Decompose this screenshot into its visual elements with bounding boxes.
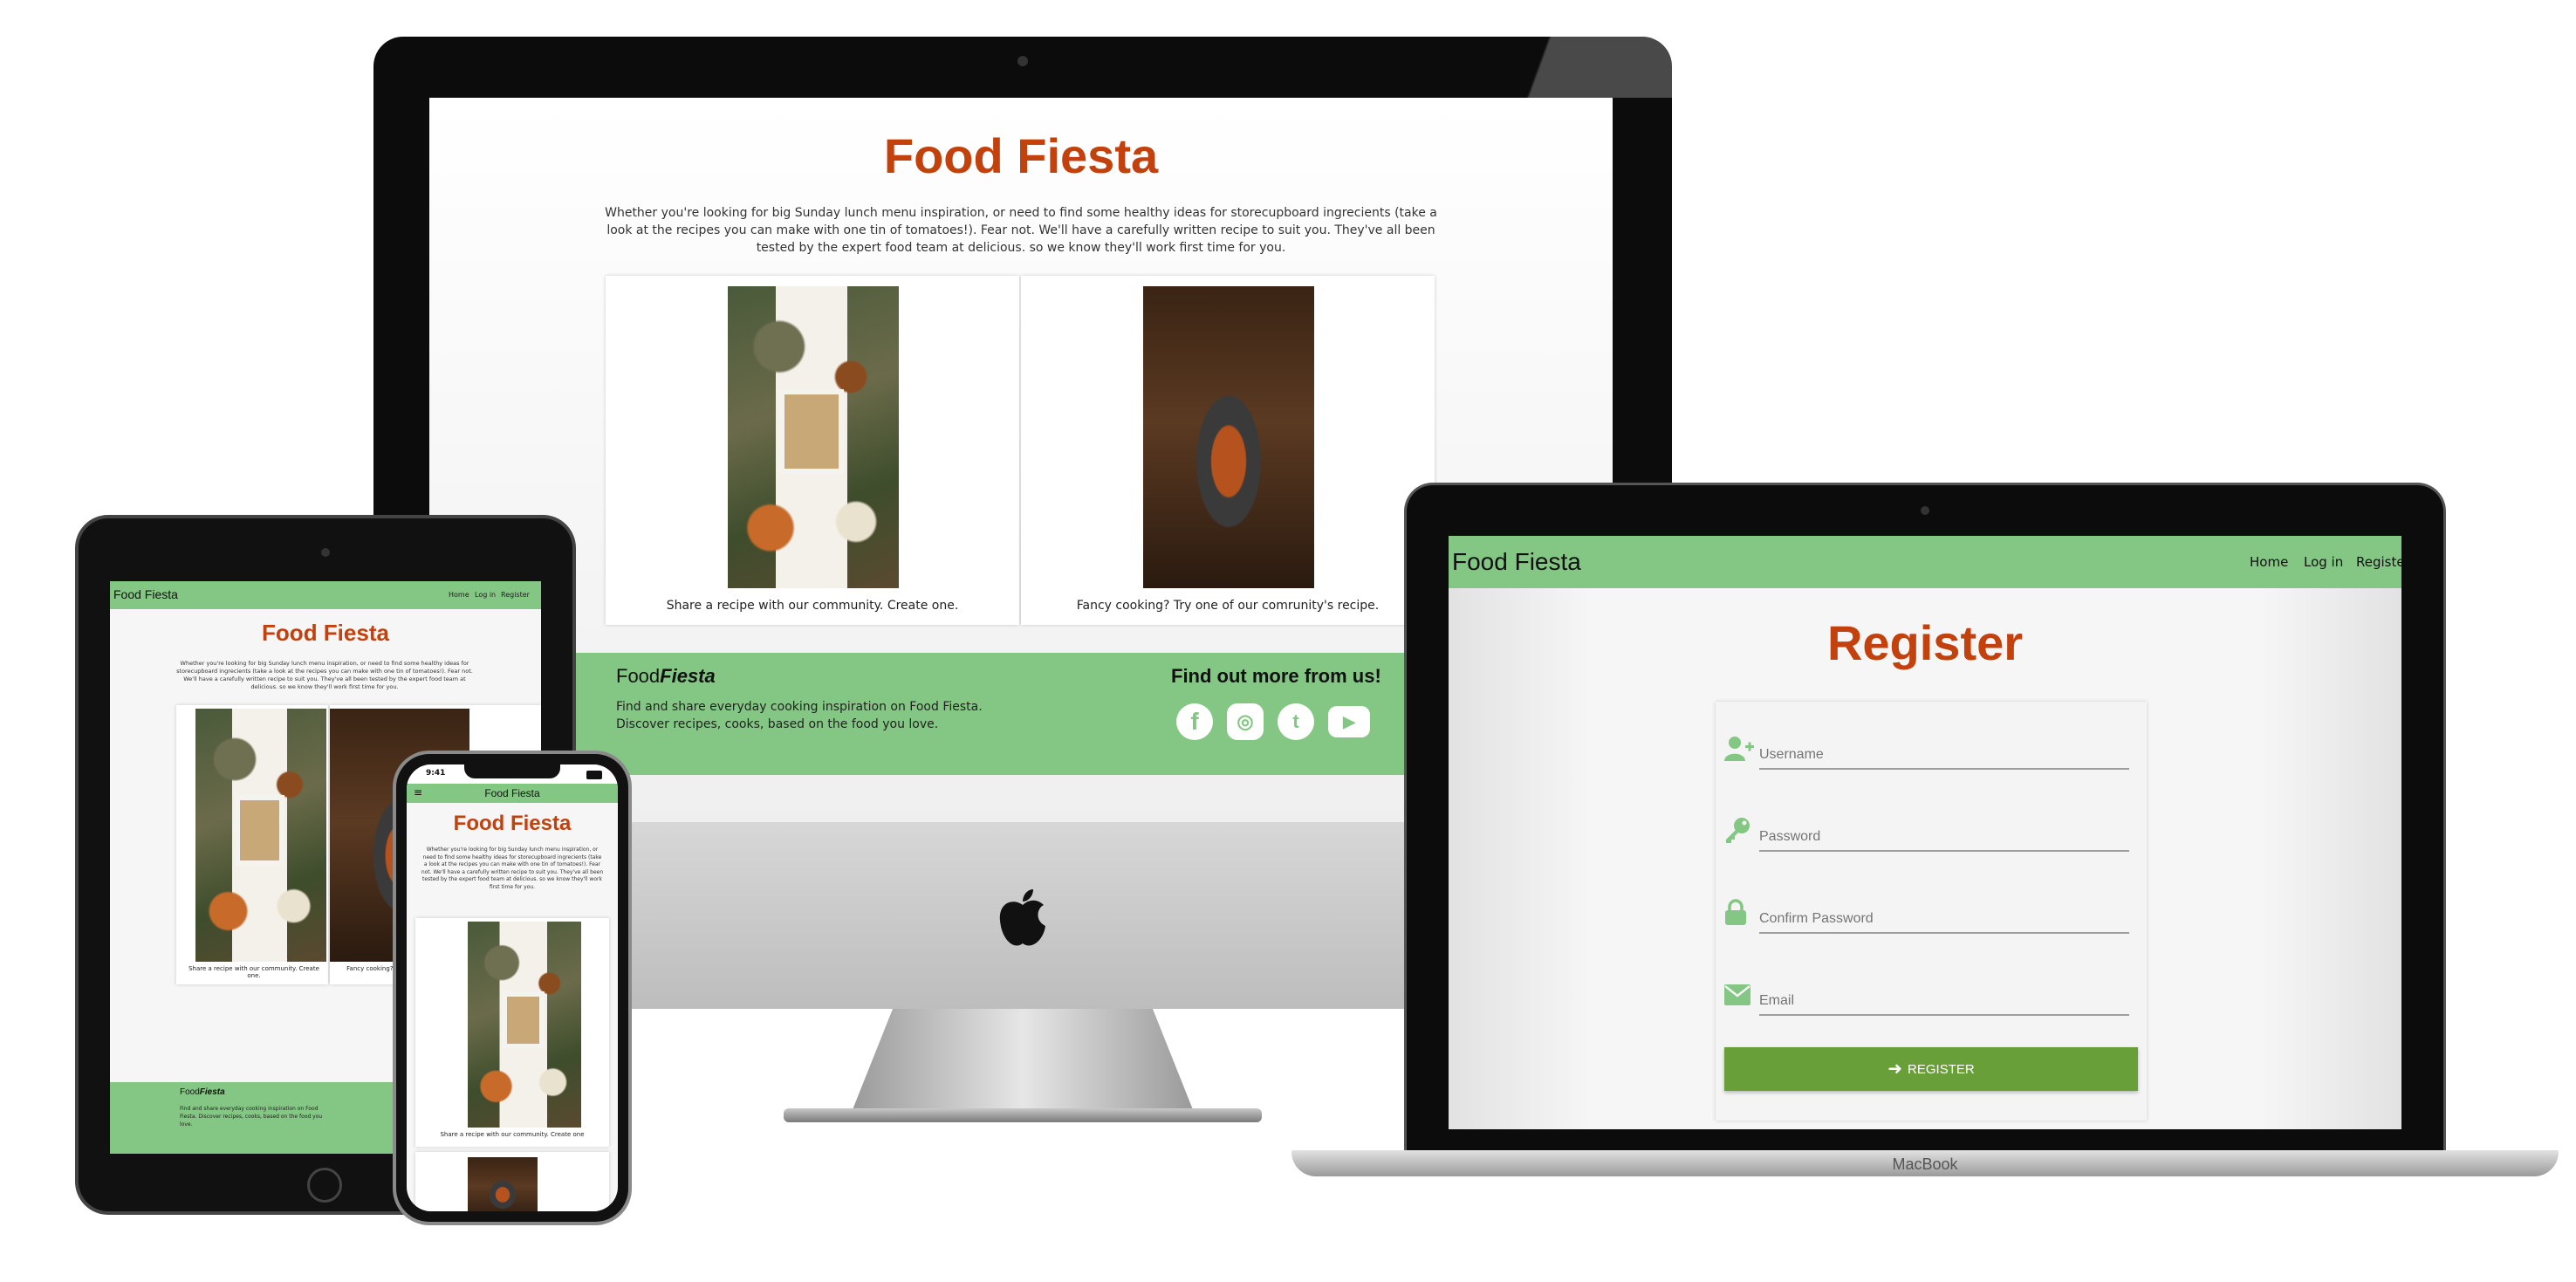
phone-navbar: ≡ Food Fiesta: [407, 784, 618, 803]
phone-brand[interactable]: Food Fiesta: [407, 787, 618, 799]
laptop-screen: Food Fiesta Home Log in Register Registe…: [1449, 536, 2401, 1129]
phone-card-create[interactable]: Share a recipe with our community. Creat…: [415, 918, 609, 1147]
tablet-brand[interactable]: Food Fiesta: [113, 587, 178, 601]
phone-notch: [464, 764, 560, 778]
imac-stand-base: [784, 1108, 1262, 1122]
phone-card-browse[interactable]: [415, 1152, 609, 1211]
recipe-image: [1143, 286, 1314, 588]
recipe-card-create[interactable]: Share a recipe with our community. Creat…: [606, 276, 1019, 625]
tablet-camera: [321, 548, 330, 557]
footer-description: Find and share everyday cooking inspirat…: [616, 700, 983, 731]
tablet-nav-login[interactable]: Log in: [475, 591, 496, 599]
tablet-nav-register[interactable]: Register: [501, 591, 541, 599]
facebook-icon[interactable]: f: [1176, 703, 1213, 740]
phone-intro-text: Whether you're looking for big Sunday lu…: [421, 847, 604, 890]
recipe-image: [728, 286, 899, 588]
card-caption: Share a recipe with our community. Creat…: [666, 599, 959, 613]
phone-status-bar: 9:41: [407, 764, 618, 784]
footer-brand-fiesta: Fiesta: [660, 665, 716, 687]
email-input[interactable]: [1759, 993, 2129, 1009]
recipe-image: [195, 709, 326, 962]
tablet-navbar: Food Fiesta Home Log in Register: [110, 581, 541, 609]
email-field[interactable]: [1759, 979, 2129, 1016]
username-field[interactable]: [1759, 733, 2129, 770]
sign-in-icon: ➜: [1887, 1059, 1903, 1079]
envelope-icon: [1724, 984, 1750, 1011]
laptop-base-label: MacBook: [1892, 1155, 1958, 1173]
register-title: Register: [1826, 615, 2024, 670]
instagram-icon[interactable]: ◎: [1227, 703, 1264, 740]
footer-brand-fiesta: Fiesta: [199, 1087, 225, 1097]
nav-login[interactable]: Log in: [2304, 554, 2343, 570]
confirm-password-input[interactable]: [1759, 911, 2129, 927]
imac-glare: [1403, 37, 1672, 98]
laptop-camera: [1921, 506, 1929, 515]
lock-icon: [1724, 899, 1750, 925]
register-form: ➜ REGISTER: [1716, 702, 2147, 1121]
key-icon: [1724, 817, 1750, 843]
footer-brand-food: Food: [616, 665, 661, 687]
tablet-footer-brand: FoodFiesta: [180, 1087, 225, 1097]
card-caption: Share a recipe with our community. Creat…: [440, 1131, 585, 1138]
imac-camera: [1017, 56, 1028, 66]
phone-time: 9:41: [426, 769, 446, 778]
footer-brand: FoodFiesta: [616, 665, 716, 688]
battery-icon: [586, 771, 602, 779]
tablet-card-create[interactable]: Share a recipe with our community. Creat…: [176, 705, 328, 984]
add-user-icon: [1724, 735, 1754, 761]
password-field[interactable]: [1759, 815, 2129, 852]
phone-screen: 9:41 ≡ Food Fiesta Food Fiesta Whether y…: [407, 764, 618, 1211]
footer-brand-food: Food: [180, 1087, 200, 1097]
intro-text: Whether you're looking for big Sunday lu…: [605, 206, 1437, 255]
username-input[interactable]: [1759, 747, 2129, 763]
password-input[interactable]: [1759, 829, 2129, 845]
phone-device: 9:41 ≡ Food Fiesta Food Fiesta Whether y…: [396, 754, 628, 1222]
recipe-image: [468, 922, 581, 1128]
apple-logo-icon: [997, 888, 1049, 950]
laptop-brand[interactable]: Food Fiesta: [1452, 548, 1581, 576]
card-caption: Share a recipe with our community. Creat…: [188, 965, 319, 979]
tablet-home-button[interactable]: [307, 1168, 342, 1203]
tablet-page-title: Food Fiesta: [262, 620, 389, 646]
laptop-navbar: Food Fiesta Home Log in Register: [1449, 536, 2401, 588]
tablet-intro-text: Whether you're looking for big Sunday lu…: [176, 660, 473, 690]
tablet-footer-description: Find and share everyday cooking inspirat…: [180, 1106, 323, 1128]
register-button-label: REGISTER: [1908, 1061, 1975, 1077]
nav-register[interactable]: Register: [2356, 554, 2401, 570]
tablet-nav-home[interactable]: Home: [449, 591, 469, 599]
laptop-device: MacBook MacBook Food Fiesta Home Log in …: [1291, 485, 2559, 1201]
imac-stand: [852, 1009, 1194, 1112]
confirm-password-field[interactable]: [1759, 897, 2129, 934]
nav-home[interactable]: Home: [2250, 554, 2288, 570]
recipe-image: [468, 1157, 538, 1211]
register-button[interactable]: ➜ REGISTER: [1724, 1047, 2138, 1091]
page-title: Food Fiesta: [883, 128, 1159, 183]
phone-page-title: Food Fiesta: [453, 812, 572, 835]
